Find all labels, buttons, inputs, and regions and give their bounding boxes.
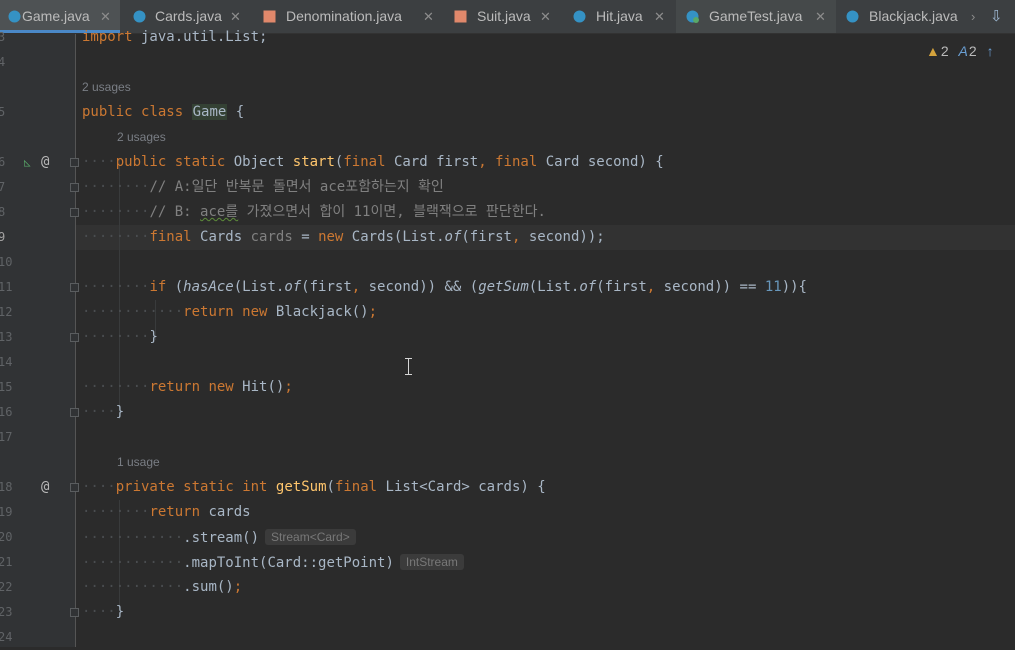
code-line-13: ········} [82,329,158,345]
code-line-5: public class Game { [82,104,245,120]
run-test-icon[interactable]: ◺ [24,150,31,175]
tab-label: Blackjack.java [869,8,958,24]
code-line-15: ········return new Hit(); [82,379,293,395]
line-number: 18 [0,480,13,494]
recent-files-icon[interactable]: ⇩ [990,0,1003,33]
tab-label: Hit.java [596,8,643,24]
tab-suit-java[interactable]: Suit.java ✕ [446,0,563,33]
line-number: 11 [0,280,13,294]
text-cursor-icon [405,358,412,375]
type-hint: Stream<Card> [265,529,356,545]
line-number: 5 [0,105,6,119]
code-line-23: ····} [82,604,125,620]
tab-label: Suit.java [477,8,531,24]
line-number: 23 [0,605,13,619]
warning-count: 2 [940,43,949,59]
java-class-icon [133,10,146,23]
tab-label: Game.java [22,8,90,24]
java-class-icon [573,10,586,23]
code-line-12: ············return new Blackjack(); [82,304,378,320]
line-number: 12 [0,305,13,319]
line-number: 15 [0,380,13,394]
code-line-9: ········final Cards cards = new Cards(Li… [82,229,605,245]
warning-icon[interactable]: ▲ [926,43,940,59]
line-number: 8 [0,205,6,219]
code-line-16: ····} [82,404,125,420]
typo-icon[interactable]: A [959,43,968,59]
close-icon[interactable]: ✕ [423,0,434,33]
tab-label: Denomination.java [286,8,402,24]
inspection-widget[interactable]: ▲2 A2 ↑ [926,43,1000,59]
code-line-22: ············.sum(); [82,579,243,595]
enum-icon [454,10,467,23]
tab-label: GameTest.java [709,8,803,24]
code-line-18: ····private static int getSum(final List… [82,479,546,495]
line-number: 24 [0,630,13,644]
arrow-up-icon[interactable]: ↑ [987,43,994,59]
tab-hit-java[interactable]: Hit.java ✕ [563,0,674,33]
line-number: 20 [0,530,13,544]
type-hint: IntStream [399,554,464,570]
tab-gametest-java[interactable]: GameTest.java ✕ [676,0,836,33]
code-line-3: import java.util.List; [82,29,268,45]
java-class-icon [8,10,21,23]
code-line-6: ····public static Object start(final Car… [82,154,664,170]
code-line-19: ········return cards [82,504,251,520]
test-class-icon [686,10,699,23]
line-number: 13 [0,330,13,344]
close-icon[interactable]: ✕ [815,0,826,33]
line-number: 6 [0,155,6,169]
line-number: 4 [0,55,6,69]
close-icon[interactable]: ✕ [540,0,551,33]
code-line-21: ············.mapToInt(Card::getPoint) Int… [82,550,464,576]
code-line-7: ········// A:일단 반복문 돌면서 ace포함하는지 확인 [82,179,444,195]
code-line-20: ············.stream() Stream<Card> [82,525,356,551]
line-number-current: 9 [0,230,6,244]
code-line-8: ········// B: ace를 가졌으면서 합이 11이면, 블랙잭으로 … [82,204,546,220]
close-icon[interactable]: ✕ [654,0,665,33]
line-number: 22 [0,580,13,594]
tab-blackjack-java[interactable]: Blackjack.java [836,0,970,33]
annotation-at-icon[interactable]: @ [41,475,49,500]
usages-hint-getsum[interactable]: 1 usage [117,450,160,475]
line-number: 21 [0,555,13,569]
tabs-overflow-icon[interactable]: › [971,0,975,33]
usages-hint-class[interactable]: 2 usages [82,75,131,100]
line-number: 17 [0,430,13,444]
enum-icon [263,10,276,23]
java-class-icon [846,10,859,23]
line-number: 3 [0,30,6,44]
line-number: 10 [0,255,13,269]
line-number: 19 [0,505,13,519]
tab-denomination-java[interactable]: Denomination.java ✕ [253,0,446,33]
typo-count: 2 [968,43,977,59]
usages-hint-start[interactable]: 2 usages [117,125,166,150]
line-number: 7 [0,180,6,194]
line-number: 16 [0,405,13,419]
line-number: 14 [0,355,13,369]
annotation-at-icon[interactable]: @ [41,150,49,175]
code-line-11: ········if (hasAce(List.of(first, second… [82,279,807,295]
line-gutter: 3 4 5 6 7 8 9 10 11 12 13 14 15 16 17 18… [0,30,79,647]
code-editor[interactable]: import java.util.List; 2 usages public c… [76,29,1015,647]
